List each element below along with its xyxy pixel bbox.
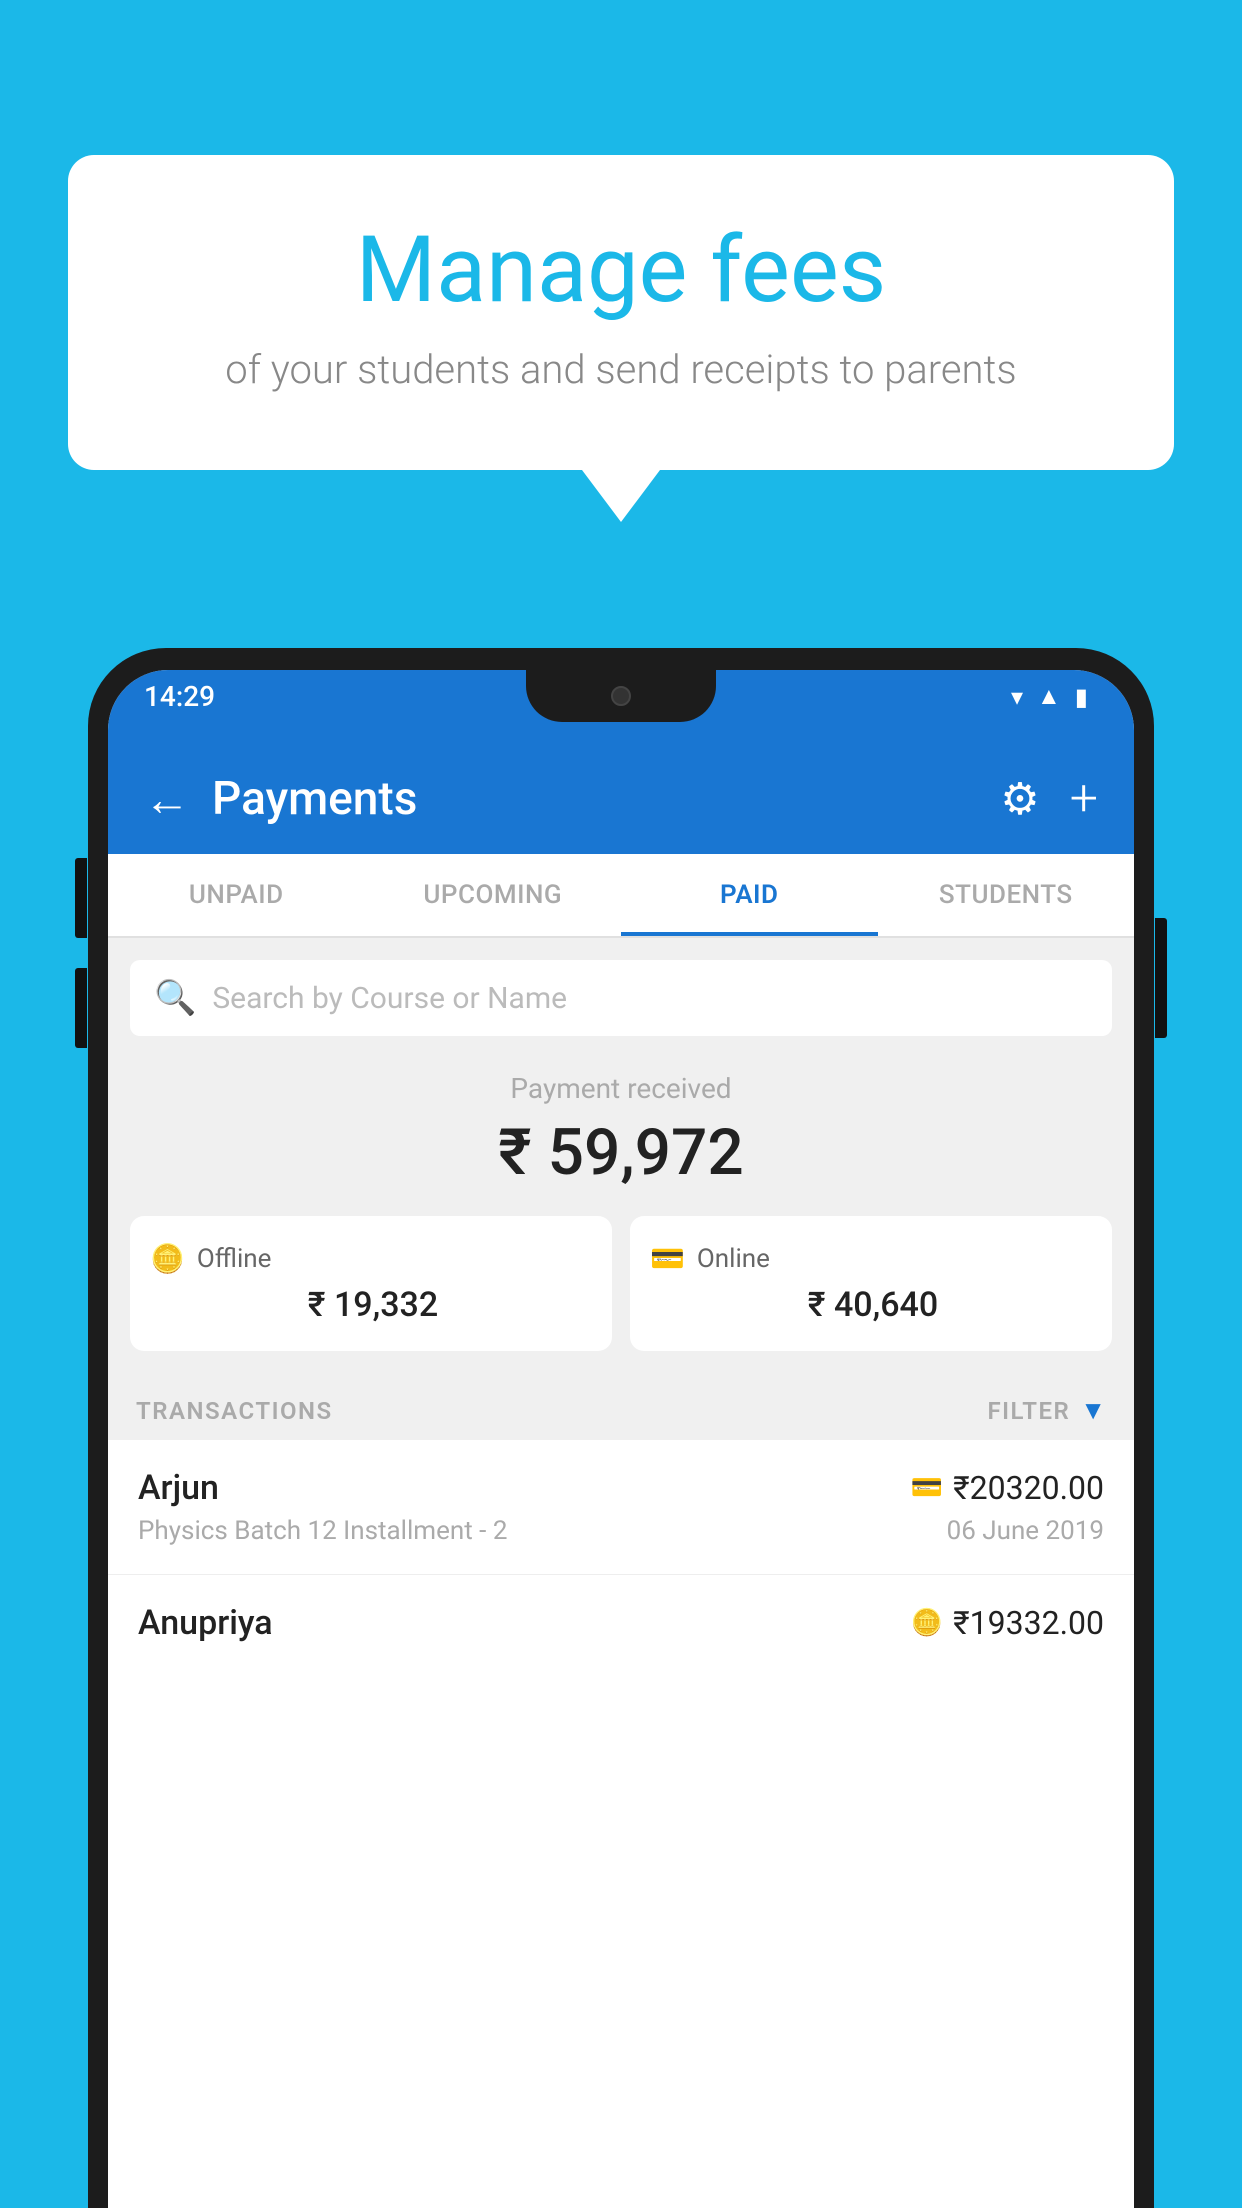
signal-icon: ▲ <box>1037 682 1061 711</box>
total-amount: ₹ 59,972 <box>130 1115 1112 1190</box>
transaction-amount-1: ₹20320.00 <box>953 1469 1104 1507</box>
transaction-date-1: 06 June 2019 <box>947 1516 1104 1546</box>
search-bar[interactable]: 🔍 Search by Course or Name <box>130 960 1112 1036</box>
student-name: Arjun <box>138 1468 219 1508</box>
status-time: 14:29 <box>144 680 215 713</box>
wifi-icon: ▾ <box>1011 683 1023 711</box>
speech-bubble-subtitle: of your students and send receipts to pa… <box>148 342 1094 398</box>
app-header: ← Payments ⚙ + <box>108 748 1134 854</box>
search-placeholder: Search by Course or Name <box>212 981 567 1016</box>
payment-mode-icon-2: 🪙 <box>911 1608 943 1638</box>
online-icon: 💳 <box>650 1242 685 1275</box>
offline-amount: ₹ 19,332 <box>150 1285 592 1325</box>
course-name-1: Physics Batch 12 Installment - 2 <box>138 1516 507 1546</box>
battery-icon: ▮ <box>1075 683 1088 711</box>
payment-summary: Payment received ₹ 59,972 🪙 Offline ₹ 19… <box>108 1036 1134 1377</box>
online-amount: ₹ 40,640 <box>650 1285 1092 1325</box>
status-icons: ▾ ▲ ▮ <box>1011 682 1098 711</box>
phone-mockup: 14:29 ▾ ▲ ▮ ← Payments ⚙ <box>88 648 1154 2208</box>
settings-icon[interactable]: ⚙ <box>1000 773 1039 825</box>
tabs-bar: UNPAID UPCOMING PAID STUDENTS <box>108 854 1134 938</box>
transactions-list: Arjun 💳 ₹20320.00 Physics Batch 12 Insta… <box>108 1440 1134 2208</box>
student-name: Anupriya <box>138 1603 273 1643</box>
speech-bubble-container: Manage fees of your students and send re… <box>68 155 1174 470</box>
phone-notch <box>526 670 716 722</box>
transaction-row[interactable]: Anupriya 🪙 ₹19332.00 <box>108 1575 1134 1671</box>
transaction-amount-2: ₹19332.00 <box>953 1604 1104 1642</box>
speech-bubble: Manage fees of your students and send re… <box>68 155 1174 470</box>
payment-received-label: Payment received <box>130 1072 1112 1105</box>
online-card: 💳 Online ₹ 40,640 <box>630 1216 1112 1351</box>
speech-bubble-title: Manage fees <box>148 217 1094 324</box>
tab-unpaid[interactable]: UNPAID <box>108 854 365 936</box>
tab-upcoming[interactable]: UPCOMING <box>365 854 622 936</box>
offline-card: 🪙 Offline ₹ 19,332 <box>130 1216 612 1351</box>
transactions-label: TRANSACTIONS <box>136 1397 333 1425</box>
search-icon: 🔍 <box>154 978 196 1018</box>
filter-button[interactable]: FILTER ▼ <box>987 1395 1106 1426</box>
tab-students[interactable]: STUDENTS <box>878 854 1135 936</box>
offline-label: Offline <box>197 1244 272 1274</box>
filter-label: FILTER <box>987 1397 1070 1425</box>
camera <box>611 686 631 706</box>
offline-icon: 🪙 <box>150 1242 185 1275</box>
back-button[interactable]: ← <box>144 772 190 827</box>
payment-mode-icon-1: 💳 <box>911 1473 943 1503</box>
transactions-header: TRANSACTIONS FILTER ▼ <box>108 1377 1134 1440</box>
transaction-row[interactable]: Arjun 💳 ₹20320.00 Physics Batch 12 Insta… <box>108 1440 1134 1575</box>
tab-paid[interactable]: PAID <box>621 854 878 936</box>
online-label: Online <box>697 1244 770 1274</box>
add-icon[interactable]: + <box>1070 770 1098 828</box>
filter-icon: ▼ <box>1080 1395 1106 1426</box>
page-title: Payments <box>212 772 417 826</box>
